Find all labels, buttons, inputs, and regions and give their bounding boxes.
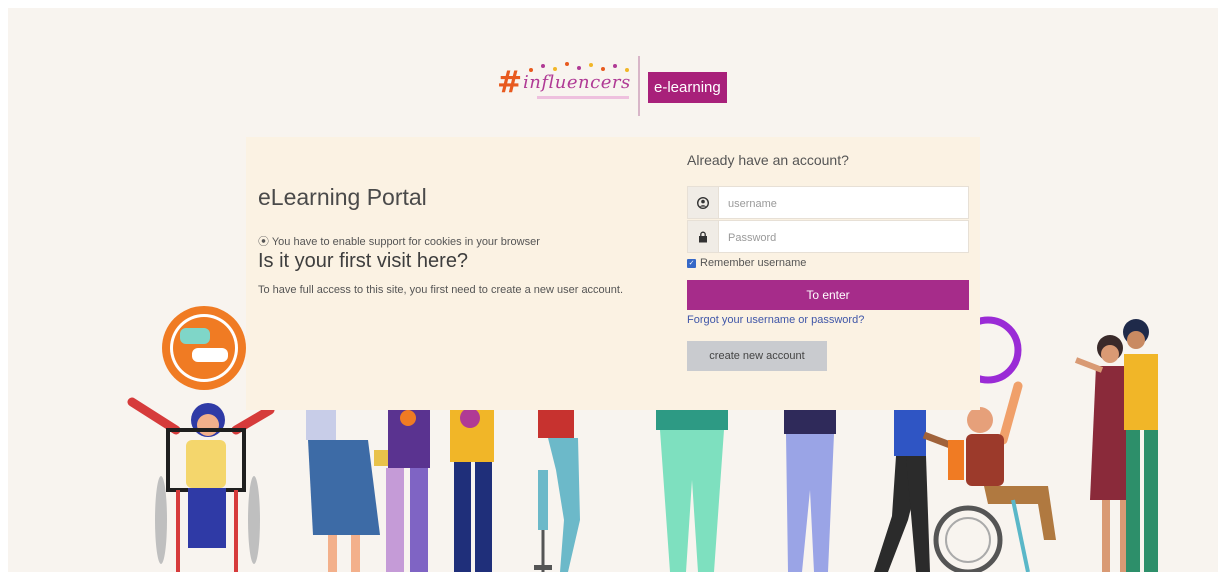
password-field — [687, 220, 970, 254]
skirt-woman-figure — [306, 410, 394, 572]
create-account-button[interactable]: create new account — [687, 341, 827, 371]
info-icon: ⦿ — [258, 236, 269, 248]
couple-figure — [1074, 319, 1158, 572]
page-title: eLearning Portal — [258, 184, 427, 210]
wheelchair-woman-figure — [127, 397, 275, 572]
forgot-credentials-link[interactable]: Forgot your username or password? — [687, 314, 864, 326]
first-visit-text: To have full access to this site, you fi… — [258, 284, 624, 296]
cookie-notice-text: You have to enable support for cookies i… — [271, 236, 540, 248]
standing-person-figure — [656, 410, 728, 572]
logo-divider — [638, 56, 640, 116]
login-button[interactable]: To enter — [687, 280, 969, 310]
e-learning-badge: e-learning — [648, 72, 727, 103]
first-visit-heading: Is it your first visit here? — [258, 250, 469, 272]
username-field — [687, 186, 970, 220]
logo-tagline-strip — [537, 96, 629, 99]
login-heading: Already have an account? — [687, 152, 849, 168]
site-logo[interactable]: # influencers e-learning — [497, 54, 737, 118]
prosthetic-leg-figure — [534, 410, 580, 572]
remember-label: Remember username — [700, 257, 807, 269]
logo-wordmark: influencers — [523, 72, 631, 93]
cookie-notice: ⦿ You have to enable support for cookies… — [258, 233, 540, 249]
password-input[interactable] — [720, 221, 970, 254]
remember-username-toggle[interactable]: ✓ Remember username — [687, 257, 806, 269]
standing-person-figure — [450, 408, 494, 572]
hashtag-icon: # — [497, 65, 523, 100]
login-panel — [246, 137, 980, 410]
standing-person-figure — [784, 410, 836, 572]
walking-man-figure — [874, 410, 960, 572]
remember-checkbox[interactable]: ✓ — [687, 258, 696, 268]
user-icon — [688, 187, 719, 218]
wheelchair-man-figure — [933, 381, 1056, 572]
chat-bubble-icon — [162, 306, 246, 390]
lock-icon — [688, 221, 719, 252]
standing-person-figure — [386, 410, 430, 572]
username-input[interactable] — [720, 187, 970, 220]
